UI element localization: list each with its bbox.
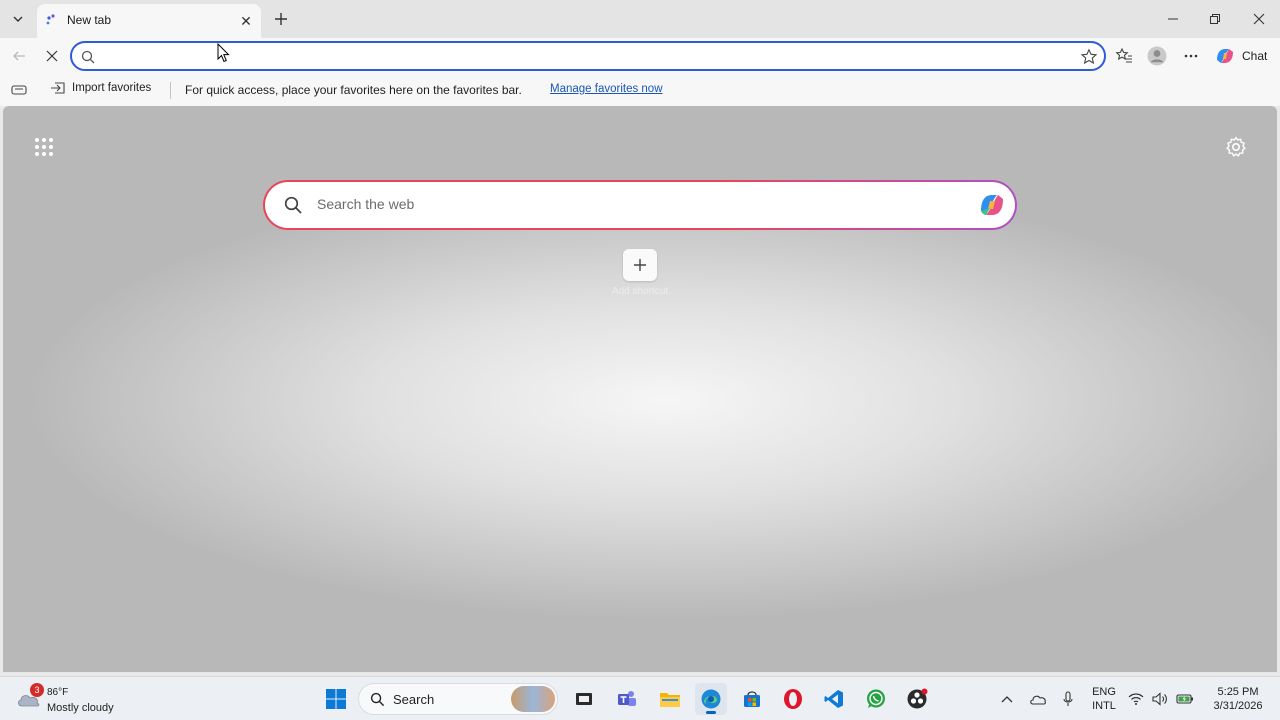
add-shortcut-button[interactable] xyxy=(623,249,657,281)
battery-charging-icon xyxy=(1176,694,1193,704)
search-placeholder: Search the web xyxy=(317,196,415,212)
vscode-app[interactable] xyxy=(818,683,850,715)
weather-widget[interactable]: 3 86°F Mostly cloudy xyxy=(14,681,154,717)
obs-icon xyxy=(907,688,928,709)
stop-x-icon xyxy=(46,50,58,62)
onedrive-cloud-icon xyxy=(1030,695,1046,705)
avatar-icon xyxy=(1147,46,1167,66)
task-view-app[interactable] xyxy=(568,683,600,715)
address-input[interactable] xyxy=(102,46,1062,66)
add-shortcut-label: Add shortcut xyxy=(611,286,669,297)
copilot-icon[interactable] xyxy=(977,191,1007,219)
edge-app[interactable] xyxy=(695,683,727,715)
chevron-up-icon xyxy=(1001,696,1013,703)
new-tab-button[interactable] xyxy=(270,8,292,30)
task-view-icon xyxy=(576,693,592,705)
favorites-button[interactable] xyxy=(1111,43,1137,69)
show-hidden-icons-button[interactable] xyxy=(998,683,1016,715)
close-icon xyxy=(1253,13,1265,25)
taskbar-search-label: Search xyxy=(393,692,435,707)
favorites-bar-message: For quick access, place your favorites h… xyxy=(185,83,522,97)
minimize-button[interactable] xyxy=(1158,6,1188,32)
clock[interactable]: 5:25 PM 3/31/2026 xyxy=(1202,683,1274,715)
favorites-divider xyxy=(170,82,171,99)
tab-title: New tab xyxy=(67,13,112,27)
web-search-box[interactable]: Search the web xyxy=(263,180,1017,230)
start-button[interactable] xyxy=(320,683,352,715)
favorites-bar: Import favorites For quick access, place… xyxy=(0,74,1280,106)
weather-condition: Mostly cloudy xyxy=(47,702,114,714)
weather-temperature: 86°F xyxy=(47,687,69,698)
edge-icon xyxy=(701,689,721,709)
plus-icon xyxy=(275,13,287,25)
minimize-icon xyxy=(1168,18,1178,20)
plus-icon xyxy=(634,259,646,271)
windows-taskbar: 3 86°F Mostly cloudy Search ENG INTL 5:2… xyxy=(0,676,1280,720)
new-tab-page: Search the web Add shortcut xyxy=(3,106,1277,672)
whatsapp-icon xyxy=(867,689,885,708)
search-highlight-image xyxy=(511,686,555,712)
app-launcher-icon[interactable] xyxy=(31,134,57,160)
clock-date: 3/31/2026 xyxy=(1213,700,1263,712)
chat-label: Chat xyxy=(1242,49,1268,63)
back-button[interactable] xyxy=(6,43,32,69)
browser-toolbar: Chat xyxy=(0,38,1280,74)
active-app-indicator xyxy=(706,711,716,714)
opera-app[interactable] xyxy=(777,683,809,715)
windows-logo-icon xyxy=(326,689,346,709)
tab-actions-icon[interactable] xyxy=(11,83,27,97)
vscode-icon xyxy=(824,690,843,708)
import-icon xyxy=(51,82,65,94)
mouse-cursor-icon xyxy=(217,43,230,63)
close-window-button[interactable] xyxy=(1244,6,1274,32)
tab-list-chevron-button[interactable] xyxy=(6,7,30,31)
copilot-chat-button[interactable]: Chat xyxy=(1214,43,1274,69)
back-arrow-icon xyxy=(13,51,25,61)
tab-strip: New tab ✕ xyxy=(0,0,1280,38)
volume-icon xyxy=(1152,692,1167,706)
taskbar-search-box[interactable]: Search xyxy=(358,683,558,715)
microphone-tray[interactable] xyxy=(1058,683,1078,715)
stop-loading-button[interactable] xyxy=(39,43,65,69)
whatsapp-app[interactable] xyxy=(860,683,892,715)
clock-time: 5:25 PM xyxy=(1217,686,1259,698)
file-explorer-app[interactable] xyxy=(654,683,686,715)
chevron-down-icon xyxy=(13,16,23,22)
language-line2: INTL xyxy=(1092,700,1116,712)
wifi-icon xyxy=(1128,693,1144,705)
language-indicator[interactable]: ENG INTL xyxy=(1086,683,1122,715)
microphone-icon xyxy=(1063,691,1073,706)
search-icon xyxy=(81,50,95,64)
opera-icon xyxy=(784,689,802,709)
manage-favorites-link[interactable]: Manage favorites now xyxy=(550,83,663,95)
copilot-icon xyxy=(1217,49,1233,63)
close-tab-icon[interactable]: ✕ xyxy=(237,12,255,30)
profile-button[interactable] xyxy=(1144,43,1170,69)
loading-spinner-icon xyxy=(46,14,55,25)
import-favorites-button[interactable]: Import favorites xyxy=(50,81,151,95)
weather-alert-badge: 3 xyxy=(30,683,44,697)
onedrive-tray[interactable] xyxy=(1026,683,1050,715)
obs-studio-app[interactable] xyxy=(901,683,933,715)
more-options-button[interactable] xyxy=(1178,43,1204,69)
search-icon xyxy=(284,196,302,214)
quick-settings-tray[interactable] xyxy=(1128,683,1194,715)
favorite-star-icon[interactable] xyxy=(1080,48,1098,66)
restore-icon xyxy=(1210,14,1220,24)
folder-icon xyxy=(660,693,680,707)
language-line1: ENG xyxy=(1092,686,1116,698)
store-icon xyxy=(744,691,760,707)
search-icon xyxy=(370,692,385,707)
settings-gear-icon[interactable] xyxy=(1225,136,1247,158)
import-favorites-label: Import favorites xyxy=(72,82,152,94)
favorites-list-icon xyxy=(1115,47,1132,63)
teams-app[interactable] xyxy=(611,683,643,715)
tab-new-tab[interactable]: New tab ✕ xyxy=(37,4,261,38)
restore-button[interactable] xyxy=(1200,6,1230,32)
web-search-field[interactable]: Search the web xyxy=(265,182,1015,228)
ellipsis-icon xyxy=(1184,54,1198,58)
microsoft-store-app[interactable] xyxy=(736,683,768,715)
teams-icon xyxy=(618,691,636,706)
